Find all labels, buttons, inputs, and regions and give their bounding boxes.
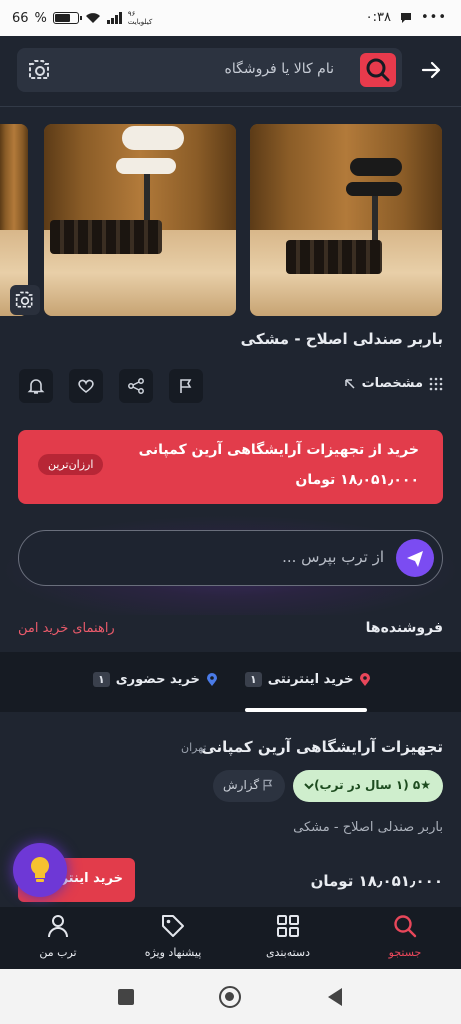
nav-categories-label: دسته‌بندی: [265, 946, 311, 959]
seller-name[interactable]: تجهیزات آرایشگاهی آرین کمپانی: [201, 738, 443, 756]
home-icon[interactable]: [219, 986, 241, 1008]
favorite-button[interactable]: [69, 369, 103, 403]
active-tab-indicator: [245, 708, 367, 712]
price-alert-button[interactable]: [19, 369, 53, 403]
battery-icon: [52, 12, 82, 24]
status-right: ۰:۳۸ •••: [366, 10, 447, 25]
system-nav-bar: [0, 969, 461, 1024]
send-icon[interactable]: [396, 539, 434, 577]
header: نام کالا یا فروشگاه: [0, 36, 461, 106]
nav-special-offers-label: پیشنهاد ویژه: [144, 946, 202, 959]
tab-online[interactable]: خرید اینترنتی ۱: [245, 672, 371, 687]
specs-link[interactable]: مشخصات: [344, 376, 443, 391]
image-search-icon[interactable]: [27, 58, 53, 86]
seller-tabs: خرید اینترنتی ۱ خرید حضوری ۱: [0, 652, 461, 712]
chat-notification-icon: [400, 12, 411, 23]
grid-dots-icon: [429, 377, 443, 390]
product-title: باربر صندلی اصلاح - مشکی: [240, 330, 443, 348]
product-image-1[interactable]: [250, 124, 442, 316]
cheapest-offer-card[interactable]: خرید از تجهیزات آرایشگاهی آرین کمپانی ۱۸…: [18, 430, 443, 504]
status-bar: 66% ۹۶ کیلوبایت ۰:۳۸ •••: [0, 0, 461, 36]
flag-icon: [263, 779, 273, 791]
more-notifications-icon: •••: [420, 10, 447, 25]
location-pin-icon: [206, 672, 217, 686]
back-arrow-icon[interactable]: [421, 60, 441, 84]
location-pin-icon: [360, 672, 371, 686]
share-button[interactable]: [119, 369, 153, 403]
seller-city: تهران: [181, 741, 207, 754]
report-label: گزارش: [223, 778, 260, 792]
search-bar[interactable]: نام کالا یا فروشگاه: [17, 48, 402, 92]
nav-profile[interactable]: ترب من: [8, 913, 108, 959]
report-button[interactable]: [169, 369, 203, 403]
share-icon: [128, 378, 144, 394]
ask-placeholder: از ترب بپرس ...: [282, 548, 384, 566]
seller-rating-badge[interactable]: ★۵ (۱ سال در ترب): [293, 770, 443, 802]
safe-purchase-guide-link[interactable]: راهنمای خرید امن: [18, 621, 115, 636]
network-speed: ۹۶ کیلوبایت: [127, 10, 153, 26]
nav-categories[interactable]: دسته‌بندی: [238, 913, 338, 959]
ask-input[interactable]: از ترب بپرس ...: [18, 530, 443, 586]
nav-profile-label: ترب من: [39, 946, 77, 959]
battery-level: 66: [12, 10, 29, 26]
offer-price: ۱۸٫۰۵۱٫۰۰۰ تومان: [295, 472, 419, 488]
tab-in-person[interactable]: خرید حضوری ۱: [93, 672, 218, 687]
seller-rating-text: ★۵ (۱ سال در ترب): [314, 778, 431, 792]
header-divider: [0, 106, 461, 107]
product-image-2[interactable]: [44, 124, 236, 316]
tag-icon: [162, 915, 184, 937]
status-time: ۰:۳۸: [365, 10, 391, 25]
report-seller-button[interactable]: گزارش: [213, 770, 285, 802]
search-icon: [394, 915, 417, 938]
nav-special-offers[interactable]: پیشنهاد ویژه: [123, 913, 223, 959]
tab-online-count: ۱: [245, 672, 262, 687]
cheapest-badge: ارزان‌ترین: [38, 454, 104, 475]
offer-seller: خرید از تجهیزات آرایشگاهی آرین کمپانی: [138, 442, 419, 458]
tab-online-label: خرید اینترنتی: [267, 672, 354, 687]
nav-search-label: جستجو: [388, 946, 422, 959]
search-input[interactable]: نام کالا یا فروشگاه: [225, 61, 335, 77]
ask-section: از ترب بپرس ...: [0, 515, 461, 615]
search-icon[interactable]: [360, 53, 396, 87]
specs-label: مشخصات: [361, 376, 423, 391]
tab-in-person-label: خرید حضوری: [115, 672, 200, 687]
signal-icon: [106, 12, 122, 24]
wifi-icon: [85, 13, 100, 23]
lightbulb-icon[interactable]: [13, 843, 67, 897]
recent-apps-icon[interactable]: [118, 989, 134, 1005]
seller-price: ۱۸٫۰۵۱٫۰۰۰ تومان: [310, 872, 443, 890]
back-triangle-icon[interactable]: [326, 987, 344, 1007]
bell-icon: [27, 379, 45, 394]
bottom-nav: جستجو دسته‌بندی پیشنهاد ویژه ترب من: [0, 907, 461, 969]
arrow-up-left-icon: [344, 378, 355, 389]
seller-product-name: باربر صندلی اصلاح - مشکی: [293, 820, 443, 835]
user-icon: [48, 915, 68, 938]
tab-in-person-count: ۱: [93, 672, 110, 687]
gallery-image-search-icon[interactable]: [10, 285, 40, 315]
status-left: 66% ۹۶ کیلوبایت: [12, 10, 153, 26]
sellers-heading: فروشنده‌ها: [365, 620, 443, 636]
flag-icon: [180, 379, 192, 393]
heart-icon: [78, 379, 94, 393]
grid-icon: [277, 915, 299, 937]
nav-search[interactable]: جستجو: [355, 913, 455, 959]
